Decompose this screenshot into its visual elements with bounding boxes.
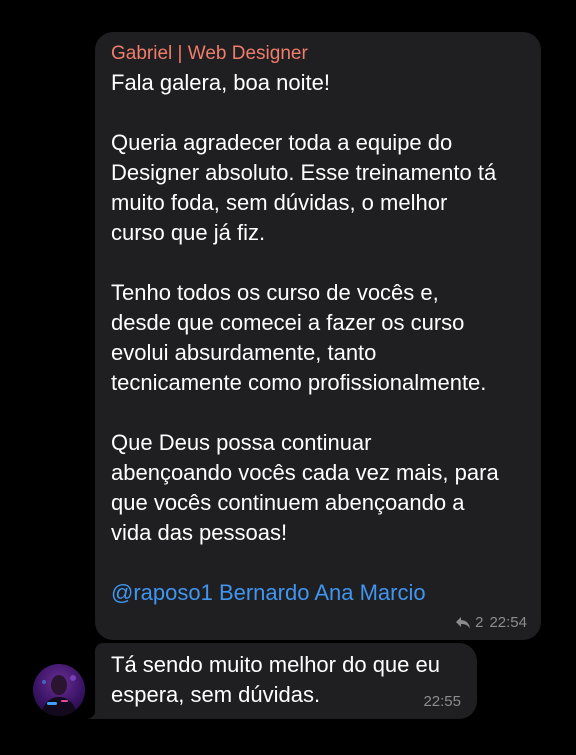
reply-arrow-icon <box>456 617 471 629</box>
reply-count-label: 2 <box>475 614 484 631</box>
message-time: 22:55 <box>423 693 461 710</box>
message-time: 22:54 <box>489 614 527 631</box>
sender-name[interactable]: Gabriel | Web Designer <box>111 42 525 66</box>
reply-count[interactable]: 2 <box>455 614 483 632</box>
message-meta: 2 22:54 <box>455 614 527 632</box>
message-paragraph: Queria agradecer toda a equipe do Design… <box>111 130 497 245</box>
message-meta: 22:55 <box>423 693 461 711</box>
message-text: Tá sendo muito melhor do que eu espera, … <box>111 652 440 707</box>
avatar[interactable] <box>33 664 85 716</box>
message-paragraph: Que Deus possa continuar abençoando você… <box>111 430 499 545</box>
avatar-person-icon <box>41 675 77 716</box>
message-paragraph: Fala galera, boa noite! <box>111 70 330 95</box>
mention-links[interactable]: @raposo1 Bernardo Ana Marcio <box>111 578 525 608</box>
message-bubble[interactable]: Tá sendo muito melhor do que eu espera, … <box>95 643 477 719</box>
message-bubble[interactable]: Gabriel | Web Designer Fala galera, boa … <box>95 32 541 640</box>
message-paragraph: Tenho todos os curso de vocês e, desde q… <box>111 280 487 395</box>
